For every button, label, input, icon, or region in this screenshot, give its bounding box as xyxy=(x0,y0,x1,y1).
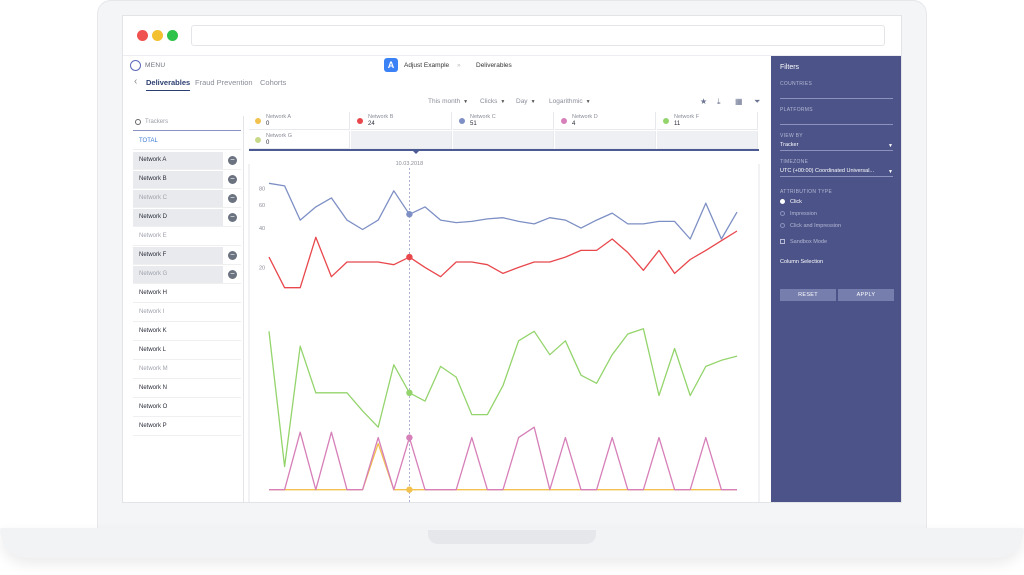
browser-window: MENU A Adjust Example » Deliverables ‹ D… xyxy=(122,15,902,503)
series-line-network-c xyxy=(268,182,738,240)
platforms-label: PLATFORMS xyxy=(780,107,813,113)
filters-panel: Filters COUNTRIES PLATFORMS VIEW BY Trac… xyxy=(771,56,901,502)
radio-impression-label[interactable]: Impression xyxy=(790,211,817,217)
series-marker-network-a xyxy=(406,486,413,493)
date-marker-label: 10.03.2018 xyxy=(396,161,424,167)
series-line-network-d xyxy=(269,426,737,491)
laptop-notch xyxy=(428,530,596,544)
chevron-down-icon: ▼ xyxy=(888,169,893,175)
y-tick-label: 20 xyxy=(259,265,265,271)
reset-button[interactable]: RESET xyxy=(780,289,836,301)
view-by-label: VIEW BY xyxy=(780,133,803,139)
timezone-underline xyxy=(780,176,893,177)
radio-click-and-impression-label[interactable]: Click and Impression xyxy=(790,223,841,229)
series-marker-network-c xyxy=(406,211,413,218)
series-marker-network-b xyxy=(406,253,413,261)
apply-button[interactable]: APPLY xyxy=(838,289,894,301)
y-tick-label: 80 xyxy=(259,187,265,193)
radio-impression[interactable] xyxy=(780,211,785,216)
attribution-type-label: ATTRIBUTION TYPE xyxy=(780,189,833,195)
minimize-window-button[interactable] xyxy=(152,30,163,41)
radio-click-and-impression[interactable] xyxy=(780,223,785,228)
column-selection-link[interactable]: Column Selection xyxy=(780,259,823,265)
y-tick-label: 40 xyxy=(259,226,265,232)
filters-title: Filters xyxy=(780,64,800,71)
y-tick-label: 60 xyxy=(259,203,265,209)
radio-click[interactable] xyxy=(780,199,785,204)
maximize-window-button[interactable] xyxy=(167,30,178,41)
timezone-select[interactable]: UTC (+00:00) Coordinated Universal... xyxy=(780,168,874,174)
close-window-button[interactable] xyxy=(137,30,148,41)
series-marker-network-f xyxy=(406,389,413,397)
view-by-underline xyxy=(780,150,893,151)
countries-field[interactable] xyxy=(780,98,893,99)
chevron-down-icon: ▼ xyxy=(888,143,893,149)
timezone-label: TIMEZONE xyxy=(780,159,809,165)
sandbox-mode-checkbox[interactable] xyxy=(780,239,785,244)
series-line-network-a xyxy=(269,442,737,491)
app-content: MENU A Adjust Example » Deliverables ‹ D… xyxy=(123,56,901,502)
view-by-select[interactable]: Tracker xyxy=(780,142,798,148)
series-line-network-b xyxy=(268,230,738,289)
series-line-network-f xyxy=(268,328,738,468)
radio-click-label[interactable]: Click xyxy=(790,199,802,205)
countries-label: COUNTRIES xyxy=(780,81,813,87)
platforms-field[interactable] xyxy=(780,124,893,125)
browser-titlebar xyxy=(123,16,901,56)
sandbox-mode-label[interactable]: Sandbox Mode xyxy=(790,239,827,245)
address-bar[interactable] xyxy=(191,25,885,46)
series-marker-network-d xyxy=(406,434,413,441)
